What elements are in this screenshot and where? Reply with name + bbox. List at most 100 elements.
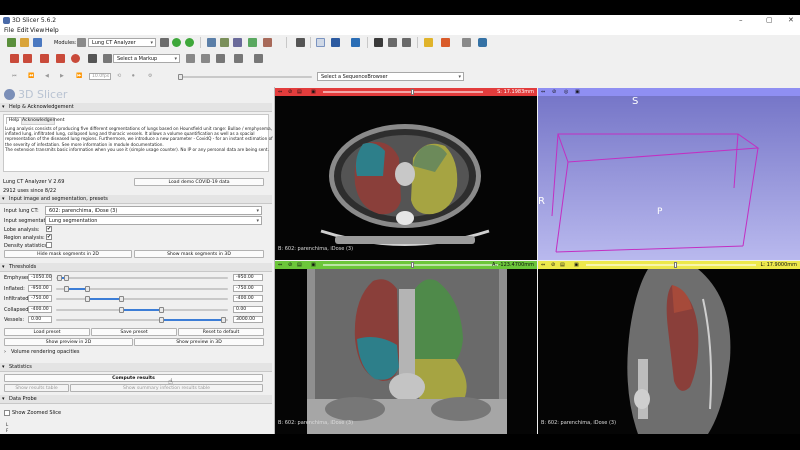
yellow-slice-slider[interactable] bbox=[586, 264, 756, 266]
maximize-view-icon[interactable]: ▣ bbox=[575, 89, 580, 95]
crosshair-icon[interactable] bbox=[351, 38, 360, 47]
green-slice-view[interactable]: ⇔ ⊘ ▤ ▣ A: -123.4700mm B: 602: parenchim… bbox=[275, 261, 537, 434]
curve-icon[interactable] bbox=[71, 54, 80, 63]
help-section-header[interactable]: ▾ Help & Acknowledgement bbox=[0, 103, 272, 112]
screenshot-icon[interactable] bbox=[374, 38, 383, 47]
add-data-icon[interactable] bbox=[20, 38, 29, 47]
pin-icon[interactable]: ⇔ bbox=[541, 89, 545, 95]
threshold-max-handle[interactable] bbox=[64, 275, 70, 281]
load-demo-button[interactable]: Load demo COVID-19 data bbox=[134, 178, 264, 186]
data-probe-header[interactable]: ▾ Data Probe bbox=[0, 395, 272, 404]
models-module-icon[interactable] bbox=[233, 38, 242, 47]
threshold-range-slider[interactable] bbox=[56, 296, 228, 302]
threshold-min-handle[interactable] bbox=[158, 317, 164, 323]
menu-file[interactable]: File bbox=[4, 27, 14, 34]
threshold-min-field[interactable]: -950.00 bbox=[28, 285, 52, 292]
preview-2d-button[interactable]: Show preview in 2D bbox=[4, 338, 133, 346]
python-console-icon[interactable] bbox=[478, 38, 487, 47]
loop-icon[interactable]: ⟲ bbox=[117, 73, 121, 79]
tab-acknowledgement[interactable]: Acknowledgement bbox=[21, 117, 65, 125]
markup-node-icon[interactable] bbox=[103, 54, 112, 63]
extensions-icon[interactable] bbox=[402, 38, 411, 47]
threshold-min-field[interactable]: -1050.00 bbox=[28, 274, 52, 281]
threshold-min-handle[interactable] bbox=[84, 296, 90, 302]
show-summary-table-button[interactable]: Show summary infection results table bbox=[70, 384, 263, 392]
yellow-slice-view[interactable]: ⇔ ⊘ ▤ ▣ L: 17.9000mm B: 602: parenchima,… bbox=[538, 261, 800, 434]
segment-editor-icon[interactable] bbox=[248, 38, 257, 47]
preview-3d-button[interactable]: Show preview in 3D bbox=[134, 338, 264, 346]
module-history-icon[interactable] bbox=[160, 38, 169, 47]
red-slice-view[interactable]: ⇔ ⊘ ▤ ▣ S: 17.1983mm B: 602: parenchima,… bbox=[275, 88, 537, 260]
threshold-max-field[interactable]: -750.00 bbox=[233, 285, 263, 292]
input-segmentation-selector[interactable]: Lung segmentation bbox=[45, 216, 262, 225]
threshold-max-handle[interactable] bbox=[84, 286, 90, 292]
threshold-max-handle[interactable] bbox=[119, 296, 125, 302]
view-options-icon[interactable]: ▤ bbox=[560, 262, 565, 268]
statistics-header[interactable]: ▾ Statistics bbox=[0, 363, 272, 372]
sequence-slider-handle[interactable] bbox=[178, 74, 183, 80]
minimize-button[interactable]: – bbox=[739, 16, 743, 24]
menu-view[interactable]: View bbox=[30, 27, 44, 34]
lobe-analysis-checkbox[interactable]: ✔ bbox=[46, 226, 52, 232]
region-analysis-checkbox[interactable]: ✔ bbox=[46, 234, 52, 240]
markup-visibility-icon[interactable] bbox=[234, 54, 243, 63]
save-icon[interactable] bbox=[33, 38, 42, 47]
green-slice-slider-handle[interactable] bbox=[411, 262, 414, 268]
maximize-view-icon[interactable]: ▣ bbox=[311, 262, 316, 268]
maximize-button[interactable]: ▢ bbox=[766, 16, 773, 24]
previous-frame-icon[interactable]: ⏪ bbox=[28, 73, 34, 79]
module-search-icon[interactable] bbox=[77, 38, 86, 47]
link-icon[interactable]: ⊘ bbox=[288, 89, 292, 95]
first-frame-icon[interactable]: ⏮ bbox=[12, 73, 17, 79]
red-slice-slider[interactable] bbox=[323, 91, 483, 93]
show-zoomed-slice-checkbox[interactable] bbox=[4, 410, 10, 416]
fps-field[interactable]: 10.0fps bbox=[89, 73, 111, 80]
compute-results-button[interactable]: Compute results bbox=[4, 374, 263, 382]
link-icon[interactable]: ⊘ bbox=[288, 262, 292, 268]
delete-markup-icon[interactable] bbox=[201, 54, 210, 63]
pin-icon[interactable]: ⇔ bbox=[278, 89, 282, 95]
show-mask-3d-button[interactable]: Show mask segments in 3D bbox=[134, 250, 264, 258]
forward-icon[interactable] bbox=[185, 38, 194, 47]
sequence-settings-icon[interactable]: ⚙ bbox=[148, 73, 152, 79]
markup-point-icon[interactable] bbox=[424, 38, 433, 47]
markups-toolbar-icon[interactable] bbox=[10, 54, 19, 63]
data-module-icon[interactable] bbox=[207, 38, 216, 47]
view-link-icon[interactable]: ⊘ bbox=[552, 89, 556, 95]
threshold-max-handle[interactable] bbox=[158, 307, 164, 313]
threshold-range-slider[interactable] bbox=[56, 307, 228, 313]
threshold-min-handle[interactable] bbox=[119, 307, 125, 313]
scene-view-icon[interactable] bbox=[388, 38, 397, 47]
record-icon[interactable]: ⏺ bbox=[132, 73, 135, 79]
roi-icon[interactable] bbox=[88, 54, 97, 63]
pin-icon[interactable]: ⇔ bbox=[278, 262, 282, 268]
back-icon[interactable] bbox=[172, 38, 181, 47]
threshold-max-handle[interactable] bbox=[220, 317, 226, 323]
reset-default-button[interactable]: Reset to default bbox=[178, 328, 264, 336]
layout-icon[interactable] bbox=[296, 38, 305, 47]
threshold-max-field[interactable]: 0.00 bbox=[233, 306, 263, 313]
threshold-max-field[interactable]: 3000.00 bbox=[233, 316, 263, 323]
thresholds-header[interactable]: ▾ Thresholds bbox=[0, 263, 272, 272]
hide-mask-2d-button[interactable]: Hide mask segments in 2D bbox=[4, 250, 132, 258]
fiducial-icon[interactable] bbox=[23, 54, 32, 63]
extension-wizard-icon[interactable] bbox=[462, 38, 471, 47]
threshold-min-field[interactable]: -750.00 bbox=[28, 295, 52, 302]
sequence-slider[interactable] bbox=[178, 74, 312, 80]
tab-help[interactable]: Help bbox=[6, 117, 22, 124]
threshold-min-handle[interactable] bbox=[64, 286, 70, 292]
link-icon[interactable]: ⊘ bbox=[551, 262, 555, 268]
play-backward-icon[interactable]: ◀ bbox=[45, 73, 49, 79]
input-lung-ct-selector[interactable]: 602: parenchima, iDose (3) bbox=[45, 206, 262, 215]
load-preset-button[interactable]: Load preset bbox=[4, 328, 90, 336]
line-icon[interactable] bbox=[40, 54, 49, 63]
show-results-table-button[interactable]: Show results table bbox=[4, 384, 69, 392]
save-preset-button[interactable]: Save preset bbox=[91, 328, 177, 336]
menu-help[interactable]: Help bbox=[45, 27, 59, 34]
maximize-view-icon[interactable]: ▣ bbox=[574, 262, 579, 268]
threshold-min-field[interactable]: -400.00 bbox=[28, 306, 52, 313]
module-selector[interactable]: Lung CT Analyzer bbox=[88, 38, 156, 47]
expand-arrow-icon[interactable]: › bbox=[4, 349, 6, 355]
input-section-header[interactable]: ▾ Input image and segmentation, presets bbox=[0, 195, 272, 204]
threshold-range-slider[interactable] bbox=[56, 286, 228, 292]
